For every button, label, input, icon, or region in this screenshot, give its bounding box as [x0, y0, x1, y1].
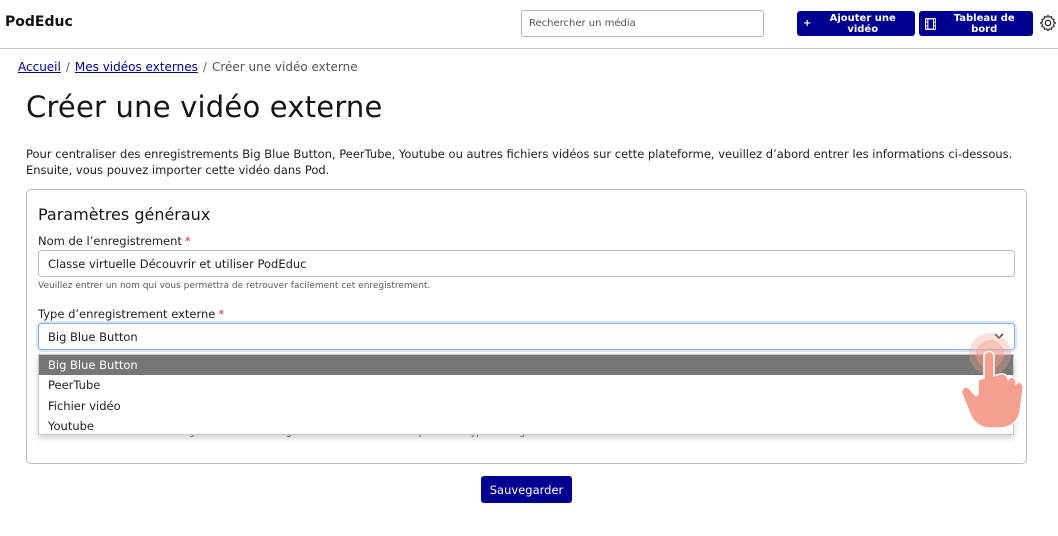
page-title: Créer une vidéo externe: [26, 90, 383, 124]
intro-text: Pour centraliser des enregistrements Big…: [26, 146, 1026, 178]
search-input[interactable]: [521, 10, 764, 37]
type-option-youtube[interactable]: Youtube: [39, 416, 1013, 436]
breadcrumb-home-link[interactable]: Accueil: [18, 60, 61, 74]
type-label: Type d’enregistrement externe *: [38, 307, 224, 321]
name-label-text: Nom de l’enregistrement: [38, 234, 182, 248]
section-title: Paramètres généraux: [38, 205, 211, 224]
add-video-label: Ajouter une vidéo: [829, 12, 896, 35]
breadcrumb-current: Créer une vidéo externe: [211, 60, 358, 74]
name-field[interactable]: Classe virtuelle Découvrir et utiliser P…: [38, 250, 1015, 277]
name-help-text: Veuillez entrer un nom qui vous permettr…: [38, 281, 431, 291]
film-icon: [925, 17, 937, 30]
type-option-peertube[interactable]: PeerTube: [39, 375, 1013, 395]
name-field-value: Classe virtuelle Découvrir et utiliser P…: [48, 256, 307, 271]
type-select[interactable]: Big Blue Button: [38, 323, 1015, 350]
breadcrumb: Accueil / Mes vidéos externes / Créer une vi…: [18, 60, 358, 74]
save-button[interactable]: Sauvegarder: [481, 476, 572, 503]
type-option-big-blue-button[interactable]: Big Blue Button: [39, 355, 1013, 376]
top-navbar: PodEduc + Ajouter une vidéo Tableau de b…: [0, 0, 1058, 49]
dashboard-label: Tableau de bord: [953, 12, 1015, 35]
breadcrumb-my-videos-link[interactable]: Mes vidéos externes: [75, 60, 198, 74]
breadcrumb-separator: /: [65, 60, 70, 74]
type-label-text: Type d’enregistrement externe: [38, 307, 216, 321]
required-mark: *: [218, 307, 225, 321]
type-option-video-file[interactable]: Fichier vidéo: [39, 396, 1013, 416]
type-dropdown-list: Big Blue Button PeerTube Fichier vidéo Y…: [38, 354, 1014, 435]
required-mark: *: [184, 234, 191, 248]
intro-line-2: Ensuite, vous pouvez importer cette vidé…: [26, 163, 330, 177]
name-label: Nom de l’enregistrement *: [38, 234, 191, 248]
add-video-button[interactable]: + Ajouter une vidéo: [797, 11, 915, 36]
intro-line-1: Pour centraliser des enregistrements Big…: [26, 147, 1013, 161]
brand-logo[interactable]: PodEduc: [5, 14, 73, 30]
tap-pointer-icon: [960, 333, 1024, 429]
type-select-value: Big Blue Button: [48, 329, 138, 344]
dashboard-button[interactable]: Tableau de bord: [919, 11, 1033, 36]
plus-icon: +: [803, 18, 812, 29]
breadcrumb-separator: /: [202, 60, 207, 74]
gear-icon[interactable]: [1039, 14, 1057, 32]
